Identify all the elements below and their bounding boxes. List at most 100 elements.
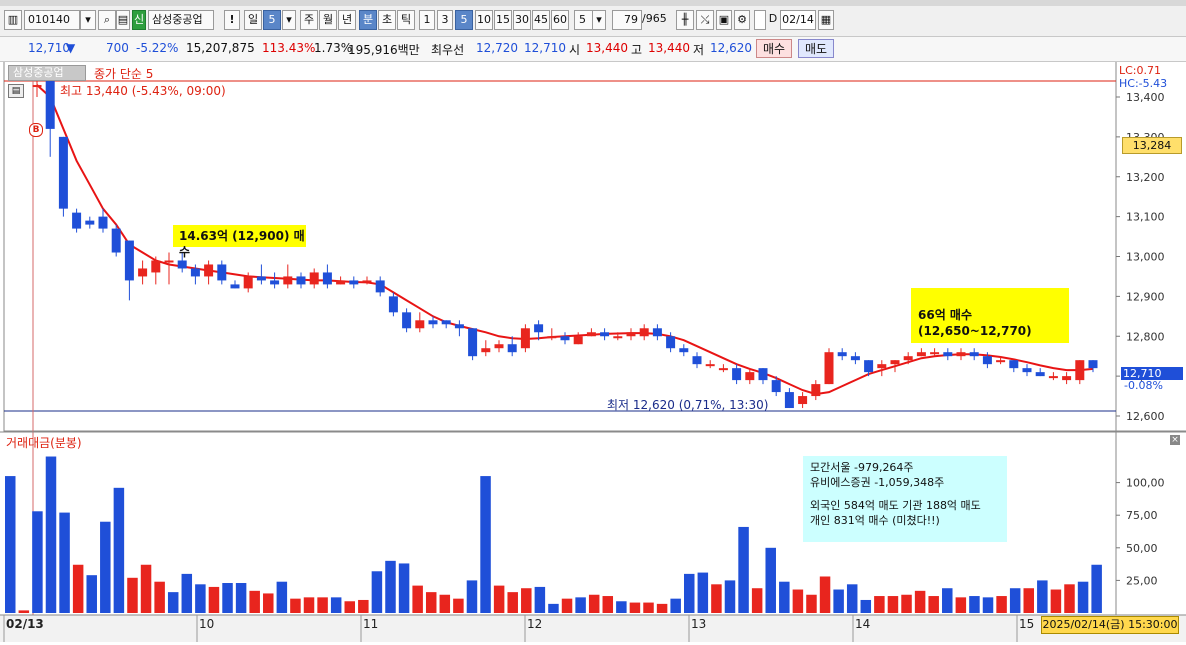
count-dropdown-icon[interactable]: ▾ <box>592 10 606 30</box>
volume-bar <box>575 597 586 613</box>
alert-icon[interactable]: ! <box>224 10 240 30</box>
candle-body <box>256 276 266 281</box>
interval-45-button[interactable]: 45 <box>532 10 550 30</box>
grid-icon[interactable]: ▤ <box>116 10 130 30</box>
date-input[interactable]: 02/14 <box>780 10 816 30</box>
high-label: 고 <box>631 43 643 57</box>
stock-code-input[interactable]: 010140 <box>24 10 80 30</box>
x-tick-label: 12 <box>527 617 542 631</box>
period-month-button[interactable]: 월 <box>319 10 337 30</box>
volume-panel-label[interactable]: 거래대금(분봉) <box>6 434 82 451</box>
candle-body <box>1075 360 1085 381</box>
volume-bar <box>385 560 396 613</box>
volume-bar <box>100 521 111 613</box>
x-tick-label: 15 <box>1019 617 1034 631</box>
page-counter-input[interactable]: 79 <box>612 10 642 30</box>
new-badge: 신 <box>132 10 146 30</box>
interval-5-button[interactable]: 5 <box>455 10 473 30</box>
candle-body <box>652 328 662 337</box>
close-panel-icon[interactable]: × <box>1170 435 1180 445</box>
volume-bar <box>127 577 138 613</box>
volume-bar <box>439 594 451 613</box>
interval-30-button[interactable]: 30 <box>513 10 531 30</box>
settings-icon[interactable]: ⚙ <box>734 10 750 30</box>
candle-body <box>270 280 280 285</box>
candle-body <box>613 336 623 339</box>
high-price: 13,440 <box>648 41 690 55</box>
stock-tag[interactable]: 삼성중공업 <box>8 65 86 81</box>
code-dropdown-icon[interactable]: ▾ <box>80 10 96 30</box>
volume-bar <box>887 596 899 613</box>
candle-body <box>732 368 742 381</box>
interval-15-button[interactable]: 15 <box>494 10 512 30</box>
buy-signal-marker[interactable]: B <box>29 123 43 137</box>
volume-bar <box>344 601 355 613</box>
stock-name-field[interactable]: 삼성중공업 <box>148 10 214 30</box>
candle-body <box>850 356 860 361</box>
candlestick-chart[interactable]: 13,40013,30013,20013,10013,00012,90012,8… <box>0 62 1186 642</box>
volume-bar <box>955 597 967 613</box>
volume-bar <box>18 610 30 613</box>
candle-body <box>758 368 768 381</box>
period-week-button[interactable]: 주 <box>300 10 318 30</box>
ma-indicator-label[interactable]: 종가 단순 5 <box>94 65 153 82</box>
volume-value: 15,207,875 <box>186 41 255 55</box>
volume-bar <box>181 573 193 613</box>
buy-button[interactable]: 매수 <box>756 39 792 58</box>
period-5-button[interactable]: 5 <box>263 10 281 30</box>
buy-annotation-1: 14.63억 (12,900) 매수 <box>173 225 306 259</box>
menu-icon[interactable]: ▥ <box>4 10 22 30</box>
change-percent: -5.22% <box>136 41 179 55</box>
period-minute-button[interactable]: 분 <box>359 10 377 30</box>
interval-10-button[interactable]: 10 <box>475 10 493 30</box>
volume-bar <box>263 593 274 613</box>
panel-menu-icon[interactable]: ▤ <box>8 84 24 98</box>
save-icon[interactable]: ▣ <box>716 10 732 30</box>
timestamp-tag: 2025/02/14(금) 15:30:00 <box>1041 616 1179 634</box>
volume-bar <box>588 594 600 613</box>
volume-bar <box>5 476 16 613</box>
x-tick-label: 10 <box>199 617 214 631</box>
volume-bar <box>59 512 70 613</box>
volume-bar <box>1023 588 1034 613</box>
candle-body <box>190 268 200 277</box>
candle-style-icon[interactable]: ╫ <box>676 10 694 30</box>
calendar-icon[interactable]: ▦ <box>818 10 834 30</box>
period-dropdown-icon[interactable]: ▾ <box>282 10 296 30</box>
period-year-button[interactable]: 년 <box>338 10 356 30</box>
volume-bar <box>1009 588 1021 613</box>
date-checkbox[interactable] <box>754 10 766 30</box>
search-icon[interactable]: ⌕ <box>98 10 116 30</box>
volume-bar <box>45 456 57 613</box>
interval-60-button[interactable]: 60 <box>551 10 569 30</box>
candle-body <box>151 260 161 273</box>
candle-body <box>520 328 530 349</box>
x-tick-label: 11 <box>363 617 378 631</box>
x-tick-label: 14 <box>855 617 870 631</box>
price-tick-label: 12,800 <box>1126 330 1165 343</box>
candle-body <box>837 352 847 357</box>
annotation-line: 개인 831억 매수 (미쳤다!!) <box>810 514 940 527</box>
sell-button[interactable]: 매도 <box>798 39 834 58</box>
volume-bar <box>969 596 980 613</box>
volume-bar <box>412 585 423 613</box>
candle-body <box>956 352 966 357</box>
candle-body <box>441 320 451 325</box>
volume-bar <box>86 575 97 613</box>
volume-bar <box>534 586 546 613</box>
interval-3-button[interactable]: 3 <box>437 10 453 30</box>
volume-bar <box>290 598 301 613</box>
period-day-button[interactable]: 일 <box>244 10 262 30</box>
period-second-button[interactable]: 초 <box>378 10 396 30</box>
candle-body <box>930 352 940 355</box>
price-tick-label: 13,200 <box>1126 171 1165 184</box>
candle-body <box>573 336 583 345</box>
chart-toolbar: ▥ 010140 ▾ ⌕ ▤ 신 삼성중공업 ! 일 5 ▾ 주 월 년 분 초… <box>0 6 1186 37</box>
interval-1-button[interactable]: 1 <box>419 10 435 30</box>
volume-bar <box>398 563 410 613</box>
candle-body <box>784 392 794 409</box>
buy-annotation-2: 66억 매수(12,650~12,770) <box>911 288 1069 343</box>
candle-body <box>85 220 95 225</box>
period-tick-button[interactable]: 틱 <box>397 10 415 30</box>
crosshair-icon[interactable]: ⤯ <box>696 10 714 30</box>
